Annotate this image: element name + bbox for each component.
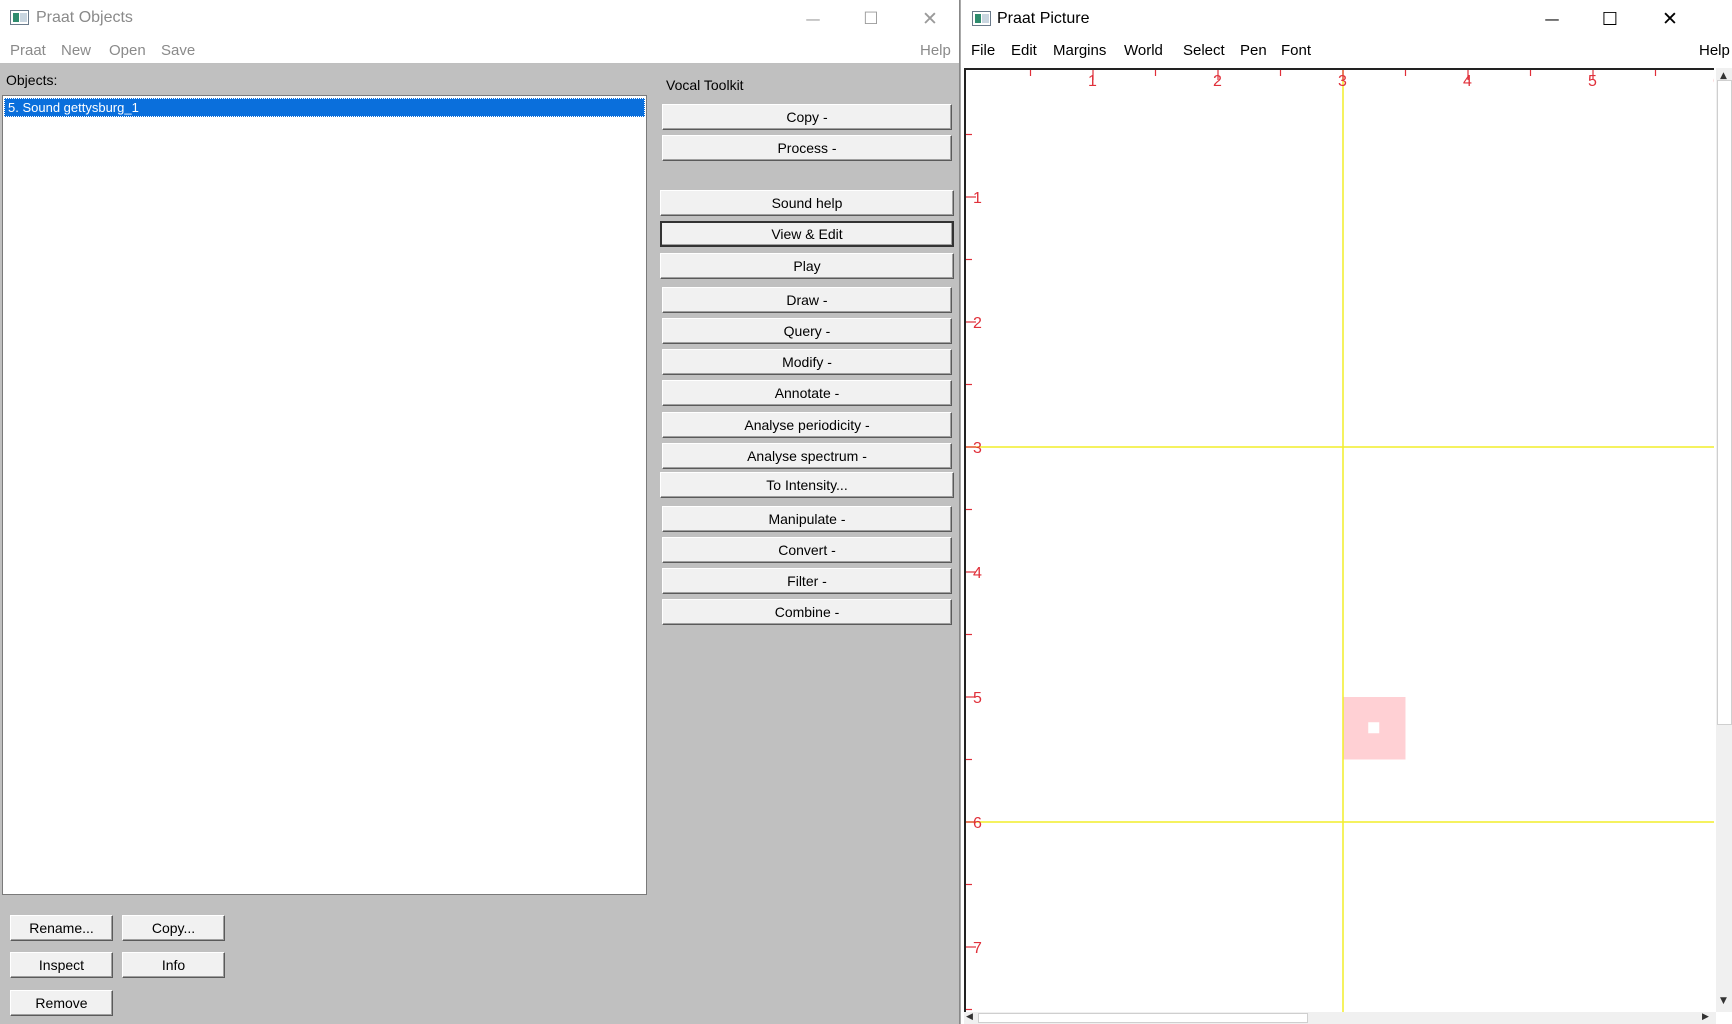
menu-pen[interactable]: Pen <box>1240 42 1267 59</box>
picture-window-title: Praat Picture <box>997 10 1090 27</box>
combine-button[interactable]: Combine - <box>662 599 952 625</box>
menu-world[interactable]: World <box>1124 42 1163 59</box>
menu-open[interactable]: Open <box>109 42 146 59</box>
sound-help-button[interactable]: Sound help <box>660 190 954 216</box>
praat-app-icon <box>972 11 991 26</box>
top-ruler-label: 2 <box>1213 73 1222 90</box>
close-icon[interactable]: ✕ <box>1641 0 1699 38</box>
top-ruler-label: 4 <box>1463 73 1472 90</box>
scroll-down-icon[interactable]: ▼ <box>1720 996 1727 1006</box>
picture-canvas-drawing: 1 2 3 4 5 6 1 2 3 4 5 6 7 <box>966 70 1714 1012</box>
query-button[interactable]: Query - <box>662 318 952 344</box>
menu-help[interactable]: Help <box>1699 42 1730 59</box>
menu-new[interactable]: New <box>61 42 91 59</box>
manipulate-button[interactable]: Manipulate - <box>662 506 952 532</box>
left-ruler-label: 3 <box>973 440 982 457</box>
vertical-scroll-thumb[interactable] <box>1717 80 1732 725</box>
draw-button[interactable]: Draw - <box>662 287 952 313</box>
toolkit-process-button[interactable]: Process - <box>662 135 952 161</box>
annotate-button[interactable]: Annotate - <box>662 380 952 406</box>
info-button[interactable]: Info <box>122 952 225 978</box>
praat-objects-window: Praat Objects — ☐ ✕ Praat New Open Save … <box>0 0 960 1024</box>
left-ruler-label: 6 <box>973 815 982 832</box>
filter-button[interactable]: Filter - <box>662 568 952 594</box>
picture-titlebar[interactable]: Praat Picture — ☐ ✕ <box>961 0 1732 38</box>
objects-list[interactable]: 5. Sound gettysburg_1 <box>2 95 647 895</box>
praat-app-icon <box>10 10 29 25</box>
close-icon[interactable]: ✕ <box>901 0 959 38</box>
maximize-icon[interactable]: ☐ <box>1581 0 1639 38</box>
play-button[interactable]: Play <box>660 253 954 279</box>
objects-menubar: Praat New Open Save Help <box>0 38 959 64</box>
horizontal-scroll-thumb[interactable] <box>978 1013 1308 1023</box>
scroll-left-icon[interactable]: ◀ <box>966 1012 973 1022</box>
rename-button[interactable]: Rename... <box>10 915 113 941</box>
menu-font[interactable]: Font <box>1281 42 1311 59</box>
copy-object-button[interactable]: Copy... <box>122 915 225 941</box>
horizontal-scrollbar[interactable]: ◀ ▶ <box>964 1012 1716 1024</box>
top-ruler-label: 3 <box>1338 73 1347 90</box>
objects-window-title: Praat Objects <box>36 9 133 26</box>
praat-picture-window: Praat Picture — ☐ ✕ File Edit Margins Wo… <box>960 0 1732 1024</box>
inspect-button[interactable]: Inspect <box>10 952 113 978</box>
minimize-icon[interactable]: — <box>1523 0 1581 38</box>
vertical-scrollbar[interactable]: ▲ ▼ <box>1716 68 1732 1012</box>
viewport-handle <box>1368 722 1380 734</box>
list-item[interactable]: 5. Sound gettysburg_1 <box>4 98 645 117</box>
analyse-periodicity-button[interactable]: Analyse periodicity - <box>662 412 952 438</box>
view-edit-button[interactable]: View & Edit <box>660 221 954 247</box>
menu-save[interactable]: Save <box>161 42 195 59</box>
menu-edit[interactable]: Edit <box>1011 42 1037 59</box>
vocal-toolkit-label: Vocal Toolkit <box>666 77 744 93</box>
left-ruler-label: 5 <box>973 690 982 707</box>
top-ruler-label: 1 <box>1088 73 1097 90</box>
scroll-right-icon[interactable]: ▶ <box>1702 1012 1709 1022</box>
picture-canvas[interactable]: 1 2 3 4 5 6 1 2 3 4 5 6 7 <box>964 68 1714 1012</box>
top-ruler-label: 6 <box>1713 73 1714 90</box>
remove-button[interactable]: Remove <box>10 990 113 1016</box>
toolkit-copy-button[interactable]: Copy - <box>662 104 952 130</box>
convert-button[interactable]: Convert - <box>662 537 952 563</box>
objects-titlebar[interactable]: Praat Objects — ☐ ✕ <box>0 0 959 38</box>
left-ruler-label: 1 <box>973 190 982 207</box>
objects-label: Objects: <box>6 72 58 88</box>
left-ruler-label: 4 <box>973 565 982 582</box>
analyse-spectrum-button[interactable]: Analyse spectrum - <box>662 443 952 469</box>
minimize-icon[interactable]: — <box>784 0 842 38</box>
menu-file[interactable]: File <box>971 42 995 59</box>
menu-select[interactable]: Select <box>1183 42 1225 59</box>
top-ruler-label: 5 <box>1588 73 1597 90</box>
to-intensity-button[interactable]: To Intensity... <box>660 472 954 498</box>
menu-margins[interactable]: Margins <box>1053 42 1106 59</box>
maximize-icon[interactable]: ☐ <box>842 0 900 38</box>
menu-praat[interactable]: Praat <box>10 42 46 59</box>
menu-help[interactable]: Help <box>920 42 951 59</box>
picture-menubar: File Edit Margins World Select Pen Font … <box>961 38 1732 64</box>
left-ruler-label: 2 <box>973 315 982 332</box>
modify-button[interactable]: Modify - <box>662 349 952 375</box>
left-ruler-label: 7 <box>973 940 982 957</box>
